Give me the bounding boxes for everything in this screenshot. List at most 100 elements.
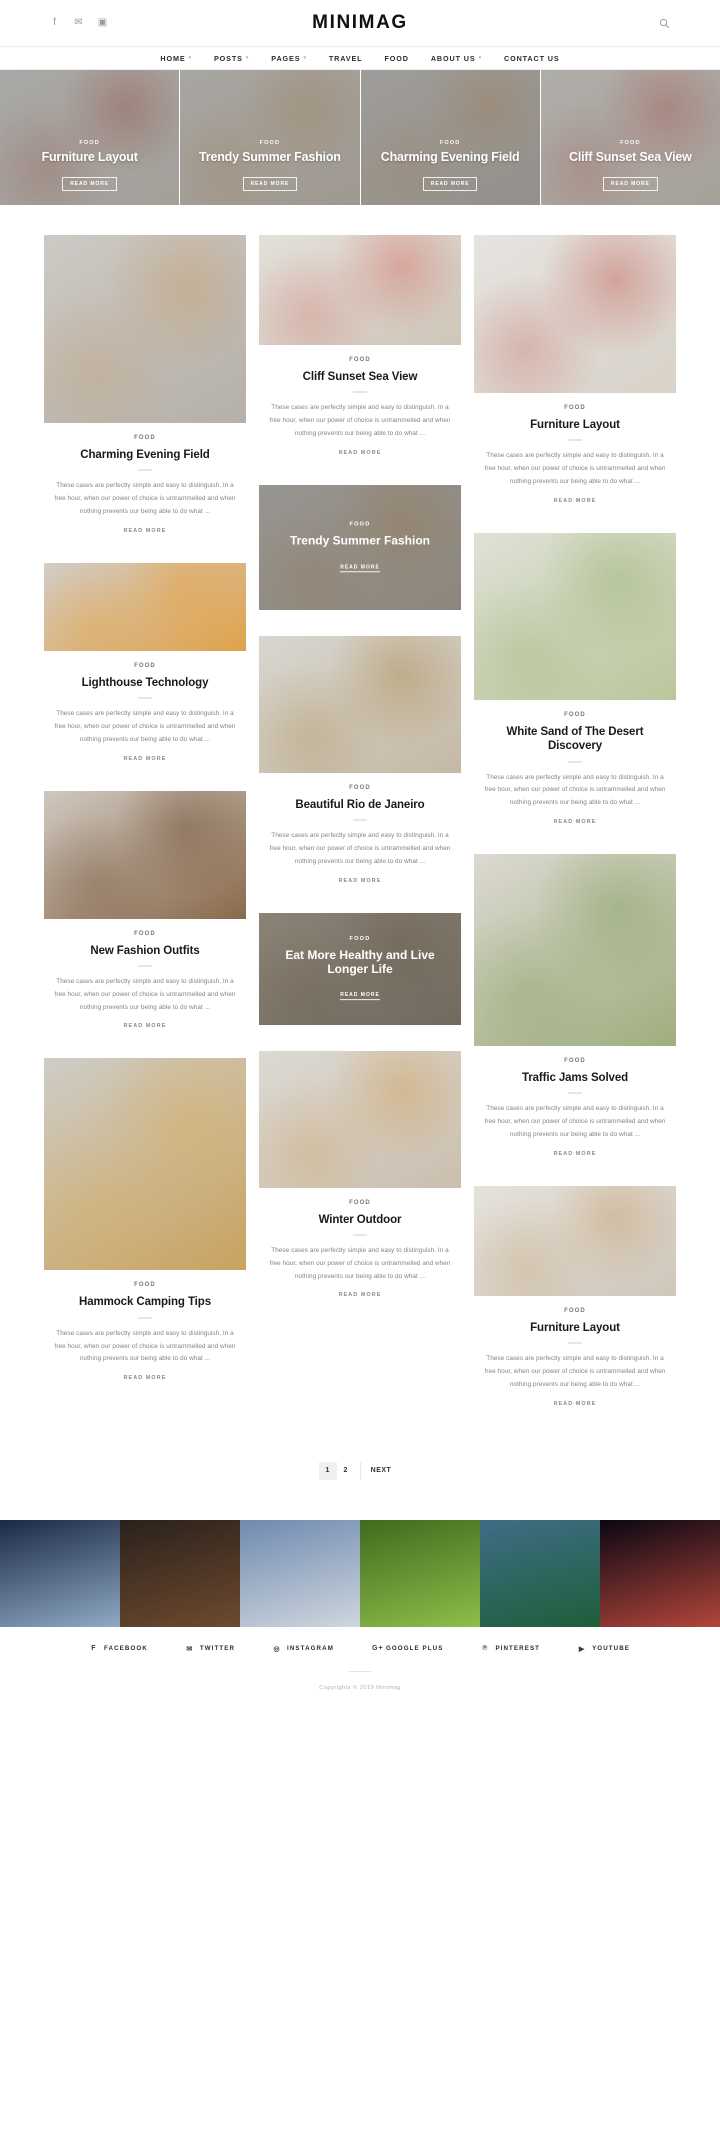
post-title[interactable]: White Sand of The Desert Discovery [478, 725, 672, 754]
hero-title[interactable]: Furniture Layout [6, 150, 173, 164]
hero-read-more-button[interactable]: READ MORE [242, 177, 298, 191]
post-image[interactable] [259, 635, 461, 773]
nav-item-posts[interactable]: POSTS ▾ [203, 54, 260, 63]
post-image[interactable] [474, 235, 676, 393]
post-excerpt: These cases are perfectly simple and eas… [269, 1247, 451, 1280]
post-image[interactable] [474, 1185, 676, 1296]
hero-slide[interactable]: FOOD Trendy Summer Fashion READ MORE [180, 70, 361, 205]
nav-item-travel[interactable]: TRAVEL [318, 54, 374, 63]
post-image[interactable] [44, 790, 246, 919]
site-footer: f FACEBOOK ✉ TWITTER ◎ INSTAGRAM G+ GOOGLE PLUS… [0, 1626, 720, 1707]
chevron-down-icon: ▾ [478, 55, 482, 61]
hero-read-more-button[interactable]: READ MORE [62, 177, 117, 191]
hero-title[interactable]: Cliff Sunset Sea View [547, 150, 714, 164]
hero-category[interactable]: FOOD [547, 140, 714, 146]
nav-item-food[interactable]: FOOD [373, 54, 419, 63]
hero-category[interactable]: FOOD [186, 140, 353, 146]
pagination-page-1[interactable]: 1 [318, 1461, 337, 1480]
insta-field-sky[interactable] [480, 1519, 600, 1627]
post-image[interactable] [44, 562, 246, 651]
post-image[interactable] [474, 854, 676, 1046]
footer-social-twitter[interactable]: ✉ TWITTER [186, 1645, 235, 1653]
insta-city-towers[interactable] [240, 1519, 360, 1627]
insta-tree-reflection[interactable] [0, 1519, 120, 1627]
read-more-link[interactable]: READ MORE [339, 450, 382, 456]
hero-slide[interactable]: FOOD Charming Evening Field READ MORE [360, 70, 541, 205]
post-category[interactable]: FOOD [478, 1058, 672, 1064]
footer-social-instagram[interactable]: ◎ INSTAGRAM [273, 1645, 334, 1653]
nav-item-about-us[interactable]: ABOUT US ▾ [420, 54, 493, 63]
post-title[interactable]: Hammock Camping Tips [48, 1295, 242, 1309]
read-more-link[interactable]: READ MORE [124, 1023, 167, 1029]
nav-item-home[interactable]: HOME ▾ [149, 54, 203, 63]
post-image[interactable] [474, 532, 676, 700]
footer-social-youtube[interactable]: ▶ YOUTUBE [578, 1645, 630, 1653]
post-category[interactable]: FOOD [267, 936, 453, 942]
insta-rabbit[interactable] [360, 1519, 480, 1627]
post-excerpt: These cases are perfectly simple and eas… [484, 773, 666, 807]
top-bar: f ✉ ▣ MINIMAG [0, 0, 720, 46]
nav-item-contact-us[interactable]: CONTACT US [493, 54, 571, 63]
post-category[interactable]: FOOD [267, 522, 453, 528]
hero-category[interactable]: FOOD [367, 140, 534, 146]
post-title[interactable]: Furniture Layout [478, 1321, 672, 1335]
post-title[interactable]: Lighthouse Technology [48, 676, 242, 690]
read-more-link[interactable]: READ MORE [124, 756, 167, 762]
post-title[interactable]: Trendy Summer Fashion [267, 534, 453, 548]
post-category[interactable]: FOOD [48, 435, 242, 441]
hero-title[interactable]: Charming Evening Field [367, 150, 534, 164]
post-category[interactable]: FOOD [478, 405, 672, 411]
post-title[interactable]: Traffic Jams Solved [478, 1071, 672, 1085]
hero-slide[interactable]: FOOD Cliff Sunset Sea View READ MORE [540, 70, 720, 205]
post-image[interactable] [259, 235, 461, 345]
hero-title[interactable]: Trendy Summer Fashion [186, 150, 353, 164]
chevron-down-icon: ▾ [303, 55, 307, 61]
read-more-link[interactable]: READ MORE [554, 819, 597, 825]
read-more-link[interactable]: READ MORE [124, 528, 167, 534]
post-category[interactable]: FOOD [48, 663, 242, 669]
footer-social-google-plus[interactable]: G+ GOOGLE PLUS [372, 1645, 443, 1652]
post-category[interactable]: FOOD [478, 712, 672, 718]
post-category[interactable]: FOOD [478, 1308, 672, 1314]
read-more-link[interactable]: READ MORE [554, 1401, 597, 1407]
search-icon[interactable] [656, 15, 672, 31]
hero-read-more-button[interactable]: READ MORE [603, 177, 658, 191]
post-category[interactable]: FOOD [263, 785, 457, 791]
pagination-page-2[interactable]: 2 [337, 1462, 355, 1480]
post-image[interactable] [44, 235, 246, 423]
instagram-icon[interactable]: ▣ [96, 17, 109, 30]
read-more-link[interactable]: READ MORE [340, 993, 380, 1001]
insta-night-city[interactable] [600, 1519, 720, 1627]
read-more-link[interactable]: READ MORE [554, 498, 597, 504]
post-image[interactable] [44, 1058, 246, 1271]
nav-item-pages[interactable]: PAGES ▾ [260, 54, 318, 63]
post-title[interactable]: New Fashion Outfits [48, 944, 242, 958]
twitter-icon[interactable]: ✉ [72, 17, 85, 30]
read-more-link[interactable]: READ MORE [124, 1375, 167, 1381]
post-title[interactable]: Winter Outdoor [263, 1213, 457, 1227]
footer-social-label: PINTEREST [495, 1645, 541, 1653]
insta-spices[interactable] [120, 1519, 240, 1627]
post-title[interactable]: Charming Evening Field [48, 448, 242, 462]
hero-category[interactable]: FOOD [6, 140, 173, 146]
post-excerpt: These cases are perfectly simple and eas… [54, 1329, 236, 1363]
post-image[interactable] [259, 1050, 461, 1188]
facebook-icon[interactable]: f [48, 17, 61, 30]
post-title[interactable]: Eat More Healthy and Live Longer Life [267, 948, 453, 977]
post-title[interactable]: Cliff Sunset Sea View [263, 370, 457, 384]
read-more-link[interactable]: READ MORE [339, 1292, 382, 1298]
post-category[interactable]: FOOD [263, 357, 457, 363]
post-category[interactable]: FOOD [48, 1282, 242, 1288]
hero-read-more-button[interactable]: READ MORE [422, 177, 478, 191]
post-category[interactable]: FOOD [48, 931, 242, 937]
read-more-link[interactable]: READ MORE [554, 1151, 597, 1157]
footer-social-pinterest[interactable]: ℗ PINTEREST [481, 1645, 540, 1652]
pagination-next-button[interactable]: NEXT [359, 1461, 402, 1480]
read-more-link[interactable]: READ MORE [339, 878, 382, 884]
read-more-link[interactable]: READ MORE [340, 564, 380, 573]
hero-slide[interactable]: FOOD Furniture Layout READ MORE [0, 70, 181, 205]
post-title[interactable]: Furniture Layout [478, 418, 672, 432]
post-category[interactable]: FOOD [263, 1200, 457, 1206]
post-title[interactable]: Beautiful Rio de Janeiro [263, 798, 457, 812]
footer-social-facebook[interactable]: f FACEBOOK [90, 1645, 148, 1652]
